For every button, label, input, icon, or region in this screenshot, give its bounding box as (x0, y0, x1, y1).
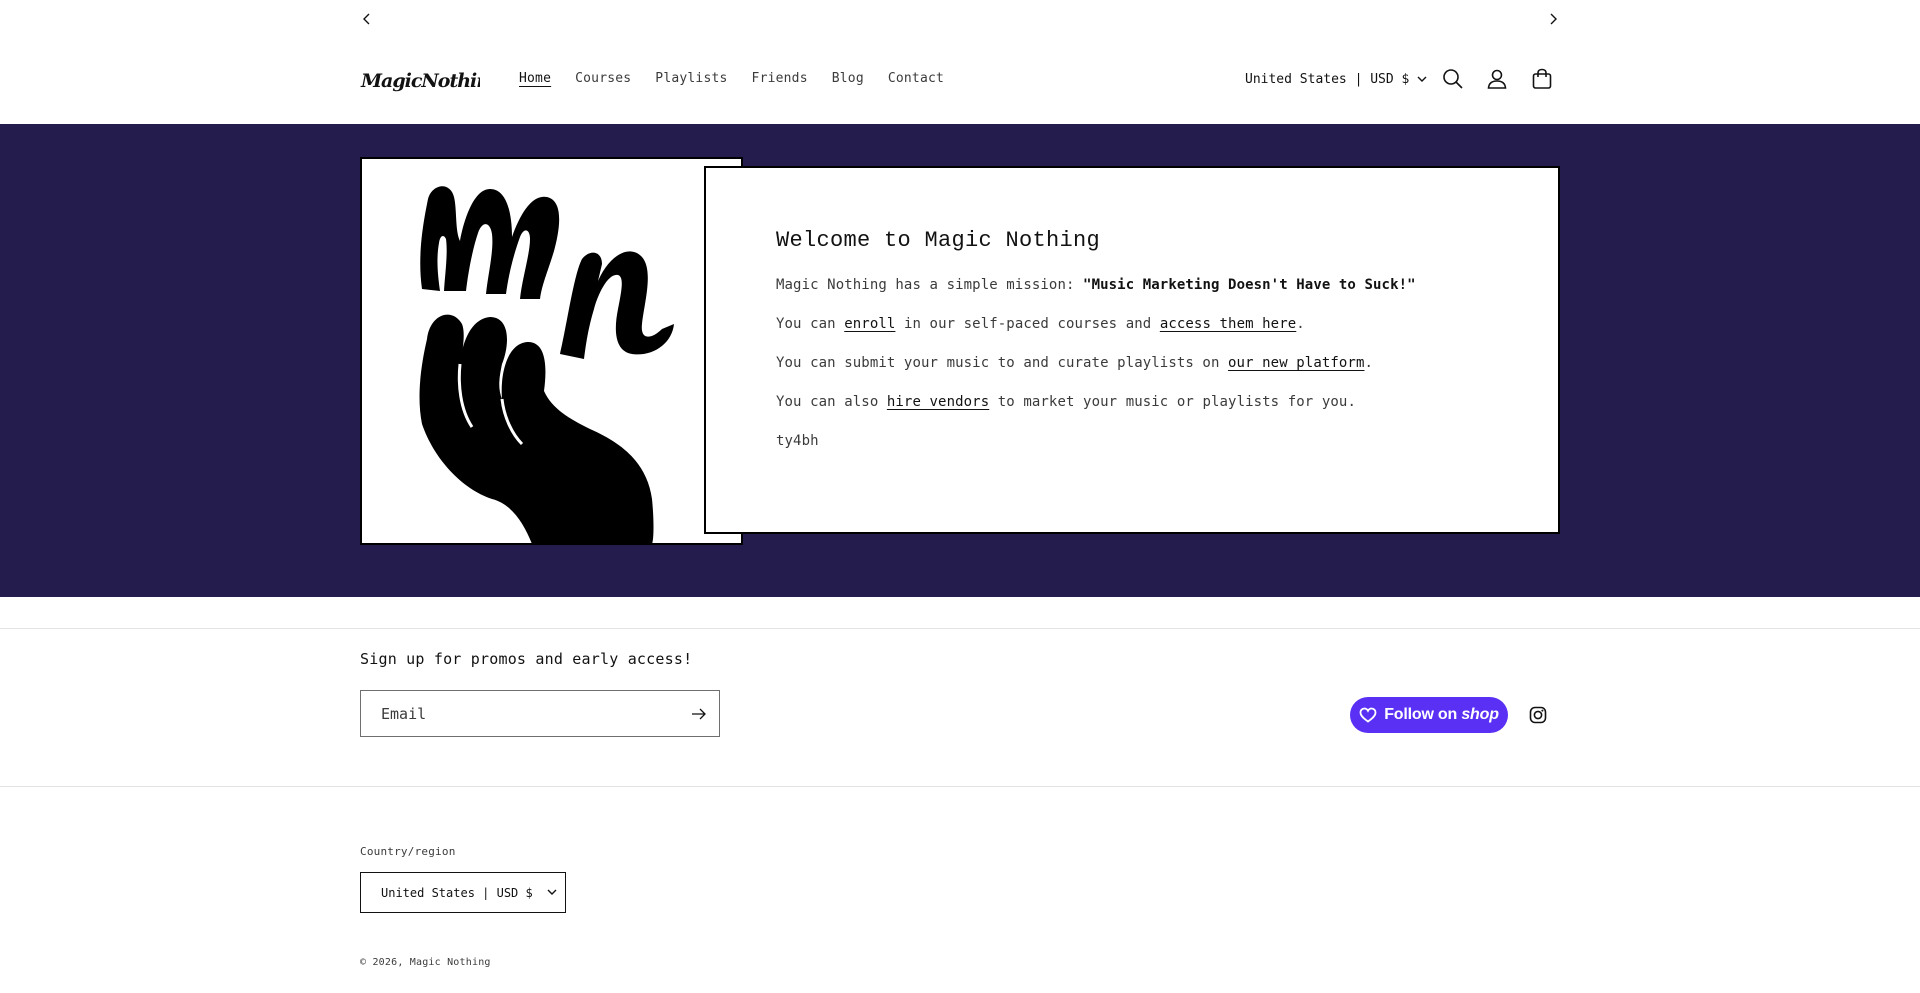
copyright: © 2026, Magic Nothing (360, 957, 491, 968)
mission-quote: "Music Marketing Doesn't Have to Suck!" (1083, 277, 1416, 293)
site-logo[interactable]: MagicNothing (360, 66, 480, 94)
line3-text-a: You can submit your music to and curate … (776, 355, 1229, 371)
hero-section: Welcome to Magic Nothing Magic Nothing h… (0, 124, 1920, 597)
nav-blog[interactable]: Blog (832, 71, 864, 86)
platform-link[interactable]: our new platform (1228, 355, 1364, 371)
nav-friends[interactable]: Friends (752, 71, 808, 86)
next-announcement-button[interactable] (1543, 9, 1563, 29)
line2-text-b: in our self-paced courses and (895, 316, 1160, 332)
divider-bottom (0, 786, 1920, 787)
hero-vendors-line: You can also hire vendors to market your… (776, 392, 1488, 412)
hero-title: Welcome to Magic Nothing (776, 228, 1101, 253)
svg-text:MagicNothing: MagicNothing (360, 70, 480, 92)
instagram-link[interactable] (1529, 706, 1547, 724)
magic-nothing-logo-icon: MagicNothing (360, 70, 480, 92)
hero-mission: Magic Nothing has a simple mission: "Mus… (776, 275, 1488, 295)
newsletter-form (360, 690, 720, 737)
hire-vendors-link[interactable]: hire vendors (887, 394, 989, 410)
country-region-value: United States | USD $ (381, 885, 533, 900)
main-nav: Home Courses Playlists Friends Blog Cont… (519, 71, 968, 86)
chevron-down-icon (1417, 76, 1427, 82)
cart-icon (1532, 68, 1552, 89)
follow-label: Follow on shop (1384, 706, 1499, 724)
chevron-left-icon (363, 13, 370, 25)
follow-prefix: Follow on (1384, 706, 1458, 723)
account-button[interactable] (1484, 66, 1510, 92)
hero-platform-line: You can submit your music to and curate … (776, 353, 1488, 373)
nav-courses[interactable]: Courses (575, 71, 631, 86)
access-courses-link[interactable]: access them here (1160, 316, 1296, 332)
hero-text-card: Welcome to Magic Nothing Magic Nothing h… (704, 166, 1560, 534)
hero-extra-line: ty4bh (776, 433, 819, 449)
mission-prefix: Magic Nothing has a simple mission: (776, 277, 1084, 293)
line2-text-c: . (1296, 316, 1305, 332)
shop-wordmark: shop (1461, 706, 1499, 723)
chevron-right-icon (1550, 13, 1557, 25)
country-region-select[interactable]: United States | USD $ (360, 872, 566, 913)
locale-label: United States | USD $ (1245, 72, 1410, 87)
enroll-link[interactable]: enroll (844, 316, 895, 332)
locale-selector[interactable]: United States | USD $ (1245, 72, 1427, 87)
search-button[interactable] (1440, 66, 1466, 92)
instagram-icon (1529, 706, 1547, 724)
search-icon (1443, 69, 1463, 89)
line4-text-b: to market your music or playlists for yo… (989, 394, 1356, 410)
email-input[interactable] (361, 691, 679, 736)
follow-on-shop-button[interactable]: Follow on shop (1350, 697, 1508, 733)
line3-text-b: . (1364, 355, 1374, 371)
newsletter-submit-button[interactable] (679, 691, 719, 736)
heart-icon (1359, 707, 1377, 723)
announcement-bar (0, 0, 1920, 38)
cart-button[interactable] (1529, 66, 1555, 92)
nav-contact[interactable]: Contact (888, 71, 944, 86)
copyright-store-link[interactable]: Magic Nothing (410, 957, 491, 968)
arrow-right-icon (692, 708, 706, 719)
previous-announcement-button[interactable] (357, 9, 377, 29)
line4-text-a: You can also (776, 394, 887, 410)
newsletter-title: Sign up for promos and early access! (360, 650, 693, 668)
site-header: MagicNothing Home Courses Playlists Frie… (0, 38, 1920, 124)
divider-top (0, 628, 1920, 629)
hero-image (360, 157, 743, 545)
copyright-prefix: © 2026, (360, 957, 410, 968)
hero-courses-line: You can enroll in our self-paced courses… (776, 314, 1488, 334)
nav-playlists[interactable]: Playlists (655, 71, 727, 86)
country-region-label: Country/region (360, 845, 456, 858)
chevron-down-icon (547, 889, 557, 895)
magic-nothing-hand-icon (419, 186, 674, 543)
line2-text-a: You can (776, 316, 845, 332)
account-icon (1487, 69, 1507, 89)
nav-home[interactable]: Home (519, 71, 551, 86)
